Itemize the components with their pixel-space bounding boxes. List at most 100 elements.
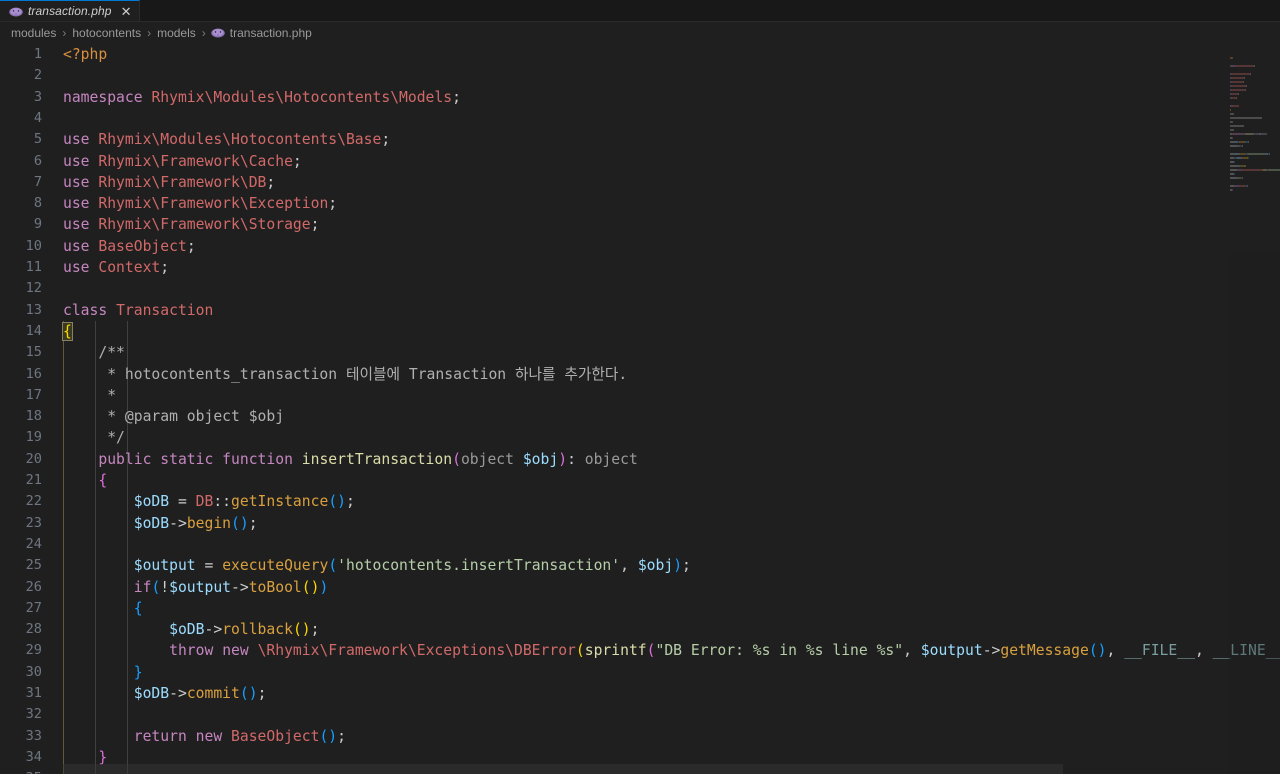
- breadcrumb-separator: ›: [201, 26, 206, 40]
- code-line[interactable]: 5 use Rhymix\Modules\Hotocontents\Base;: [0, 129, 1280, 150]
- line-number: 3: [33, 88, 42, 105]
- code-line[interactable]: 15 /**: [0, 342, 1280, 363]
- code-token: (: [575, 642, 585, 660]
- code-token: * hotocontents_transaction 테이블에 Transact…: [63, 365, 628, 383]
- code-text: }: [63, 662, 143, 683]
- code-token: ;: [328, 195, 338, 213]
- code-token: use: [63, 173, 99, 191]
- code-token: ;: [682, 557, 691, 575]
- code-token: */: [63, 429, 125, 447]
- code-text: $oDB->begin();: [63, 513, 258, 534]
- code-token: ->: [204, 621, 223, 639]
- code-line[interactable]: 17 *: [0, 385, 1280, 406]
- code-token: insertTransaction: [301, 450, 453, 468]
- code-line[interactable]: 6 use Rhymix\Framework\Cache;: [0, 151, 1280, 172]
- code-token: new: [195, 727, 232, 745]
- minimap-segment: [1242, 81, 1244, 83]
- code-text: use Rhymix\Framework\DB;: [63, 172, 275, 193]
- code-token: \Rhymix\Framework\Exceptions\DBError: [257, 642, 576, 660]
- minimap-segment: [1247, 185, 1249, 187]
- code-line[interactable]: 27 {: [0, 598, 1280, 619]
- code-line[interactable]: 1 <?php: [0, 44, 1280, 65]
- code-line[interactable]: 9 use Rhymix\Framework\Storage;: [0, 214, 1280, 235]
- code-line[interactable]: 31 $oDB->commit();: [0, 683, 1280, 704]
- code-line[interactable]: 8 use Rhymix\Framework\Exception;: [0, 193, 1280, 214]
- code-line[interactable]: 23 $oDB->begin();: [0, 513, 1280, 534]
- code-editor[interactable]: 1 <?php 2 3 namespace Rhymix\Modules\Hotocon…: [0, 44, 1280, 774]
- code-text: $output = executeQuery('hotocontents.ins…: [63, 555, 691, 576]
- code-line[interactable]: 11 use Context;: [0, 257, 1280, 278]
- code-token: $oDB: [133, 493, 170, 511]
- code-text: if(!$output->toBool()): [63, 577, 329, 598]
- code-token: * @param object $obj: [63, 408, 285, 426]
- line-number: 33: [25, 727, 42, 744]
- code-token: BaseObject: [231, 727, 320, 745]
- code-line[interactable]: 4: [0, 108, 1280, 129]
- code-line[interactable]: 32: [0, 704, 1280, 725]
- code-token: use: [63, 152, 99, 170]
- breadcrumb-item-hotocontents[interactable]: hotocontents: [71, 26, 142, 40]
- code-line[interactable]: 10 use BaseObject;: [0, 236, 1280, 257]
- breadcrumb-item-transaction-php[interactable]: transaction.php: [229, 26, 313, 40]
- code-text: use Rhymix\Modules\Hotocontents\Base;: [63, 129, 390, 150]
- code-line[interactable]: 25 $output = executeQuery('hotocontents.…: [0, 555, 1280, 576]
- code-line[interactable]: 19 */: [0, 427, 1280, 448]
- code-line[interactable]: 28 $oDB->rollback();: [0, 619, 1280, 640]
- tab-label: transaction.php: [28, 4, 112, 18]
- code-token: toBool: [248, 578, 302, 596]
- code-line[interactable]: 16 * hotocontents_transaction 테이블에 Trans…: [0, 364, 1280, 385]
- code-token: DB: [195, 493, 214, 511]
- code-line[interactable]: 29 throw new \Rhymix\Framework\Exception…: [0, 640, 1280, 661]
- code-line[interactable]: 22 $oDB = DB::getInstance();: [0, 491, 1280, 512]
- close-icon[interactable]: ✕: [121, 5, 132, 18]
- code-token: namespace: [63, 88, 152, 106]
- code-token: Rhymix\Modules\Hotocontents\Models: [151, 88, 453, 106]
- code-token: *: [63, 386, 117, 404]
- line-number: 4: [33, 109, 42, 126]
- tab-transaction-php[interactable]: transaction.php ✕: [0, 0, 141, 21]
- code-text: $oDB->rollback();: [63, 619, 319, 640]
- code-token: $output: [169, 578, 232, 596]
- line-number: 25: [25, 557, 42, 574]
- code-text: use BaseObject;: [63, 236, 196, 257]
- code-token: $obj: [522, 450, 559, 468]
- code-line[interactable]: 21 {: [0, 470, 1280, 491]
- code-line[interactable]: 13 class Transaction: [0, 300, 1280, 321]
- minimap-segment: [1230, 57, 1233, 59]
- code-token: $output: [920, 642, 983, 660]
- code-line[interactable]: 30 }: [0, 662, 1280, 683]
- code-token: executeQuery: [222, 557, 329, 575]
- overview-ruler[interactable]: [1266, 44, 1280, 774]
- line-number: 22: [25, 493, 42, 510]
- code-line[interactable]: 26 if(!$output->toBool()): [0, 577, 1280, 598]
- code-text: /**: [63, 342, 125, 363]
- code-line[interactable]: 33 return new BaseObject();: [0, 726, 1280, 747]
- code-line[interactable]: 3 namespace Rhymix\Modules\Hotocontents\M…: [0, 87, 1280, 108]
- code-token: Rhymix\Framework\Cache: [98, 152, 293, 170]
- code-token: (): [319, 727, 338, 745]
- breadcrumb-item-modules[interactable]: modules: [10, 26, 57, 40]
- code-text: public static function insertTransaction…: [63, 449, 637, 470]
- horizontal-scrollbar[interactable]: [0, 764, 1280, 774]
- code-line[interactable]: 20 public static function insertTransact…: [0, 449, 1280, 470]
- code-line[interactable]: 12: [0, 278, 1280, 299]
- code-token: ;: [248, 514, 258, 532]
- code-token: Rhymix\Framework\Storage: [98, 216, 311, 234]
- minimap-segment: [1230, 169, 1237, 171]
- breadcrumb-item-models[interactable]: models: [156, 26, 197, 40]
- code-line[interactable]: 14 {: [0, 321, 1280, 342]
- line-number: 15: [25, 344, 42, 361]
- code-line[interactable]: 7 use Rhymix\Framework\DB;: [0, 172, 1280, 193]
- code-line[interactable]: 2: [0, 65, 1280, 86]
- code-surface[interactable]: 1 <?php 2 3 namespace Rhymix\Modules\Hotocon…: [0, 44, 1280, 774]
- code-line[interactable]: 18 * @param object $obj: [0, 406, 1280, 427]
- horizontal-scrollbar-thumb[interactable]: [63, 764, 1063, 774]
- code-text: {: [63, 598, 143, 619]
- code-token: ,: [1194, 642, 1213, 660]
- code-token: $oDB: [169, 621, 205, 639]
- code-line[interactable]: 24: [0, 534, 1280, 555]
- code-token: sprintf: [584, 642, 647, 660]
